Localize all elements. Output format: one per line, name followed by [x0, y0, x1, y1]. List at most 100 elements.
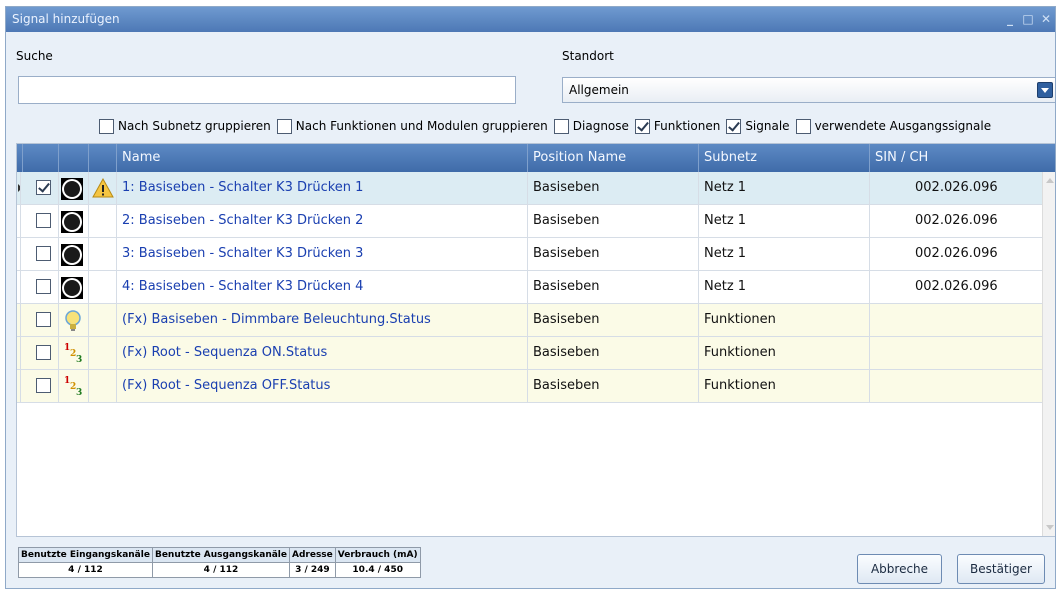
filter-label: Funktionen [653, 119, 721, 133]
stats-value-row: 4 / 112 4 / 112 3 / 249 10.4 / 450 [18, 562, 421, 578]
filter-label: verwendete Ausgangssignale [814, 119, 992, 133]
cancel-button[interactable]: Abbreche [857, 554, 942, 584]
row-checkbox-cell [21, 205, 59, 237]
filter-label: Diagnose [572, 119, 629, 133]
switch-icon [61, 211, 83, 233]
cell-sin [870, 337, 1043, 369]
stat-header-inputs: Benutzte Eingangskanäle [18, 547, 153, 563]
cell-name: (Fx) Basiseben - Dimmbare Beleuchtung.St… [117, 304, 528, 336]
search-input[interactable] [18, 76, 516, 104]
header-check [21, 144, 59, 172]
switch-icon [61, 244, 83, 266]
window-title: Signal hinzufügen [12, 12, 120, 26]
cell-position: Basiseben [528, 337, 699, 369]
cell-name: 1: Basiseben - Schalter K3 Drücken 1 [117, 172, 528, 204]
cell-sin: 002.026.096 [870, 238, 1043, 270]
row-type-cell: 123 [59, 370, 89, 402]
row-type-cell [59, 304, 89, 336]
column-header-name[interactable]: Name [117, 144, 528, 172]
filter-option[interactable]: Diagnose [553, 118, 629, 134]
sequence-icon: 123 [64, 376, 83, 398]
checkbox-icon[interactable] [99, 118, 114, 134]
stat-header-address: Adresse [289, 547, 336, 563]
row-warning-cell [89, 238, 117, 270]
row-checkbox-cell [21, 271, 59, 303]
header-warning [89, 144, 117, 172]
switch-icon [61, 178, 83, 200]
row-type-cell [59, 172, 89, 204]
minimize-button[interactable]: _ [1001, 10, 1019, 28]
table-row[interactable]: 1 2 3 (Fx) Root - Sequenza ON.Status Basiseb… [17, 337, 1043, 370]
row-warning-cell [89, 271, 117, 303]
add-signal-dialog: Signal hinzufügen _ □ ✕ Suche Standort A… [5, 6, 1056, 589]
filter-label: Signale [745, 119, 790, 133]
filter-label: Nach Funktionen und Modulen gruppieren [295, 119, 548, 133]
table-row[interactable]: 1 2 3 (Fx) Root - Sequenza OFF.Status Basise… [17, 370, 1043, 403]
row-warning-cell [89, 370, 117, 402]
checkbox-icon[interactable] [36, 213, 51, 228]
cell-position: Basiseben [528, 370, 699, 402]
checkbox-checked-icon[interactable] [634, 118, 650, 134]
cell-sin [870, 304, 1043, 336]
checkbox-icon[interactable] [553, 118, 569, 134]
column-header-subnet[interactable]: Subnetz [699, 144, 870, 172]
row-checkbox-cell [21, 370, 59, 402]
row-checkbox-cell [21, 337, 59, 369]
row-checkbox-cell [21, 304, 59, 336]
checkbox-checked-icon[interactable] [36, 180, 51, 195]
checkbox-icon[interactable] [36, 312, 51, 327]
cell-position: Basiseben [528, 205, 699, 237]
cell-sin: 002.026.096 [870, 172, 1043, 204]
table-row[interactable]: 4: Basiseben - Schalter K3 Drücken 4 Basi… [17, 271, 1043, 304]
cell-subnet: Netz 1 [699, 271, 870, 303]
stats-header-row: Benutzte Eingangskanäle Benutzte Ausgang… [18, 547, 421, 563]
switch-icon [61, 277, 83, 299]
close-button[interactable]: ✕ [1037, 10, 1055, 28]
search-label: Suche [16, 49, 53, 63]
cell-name: 3: Basiseben - Schalter K3 Drücken 3 [117, 238, 528, 270]
stat-header-outputs: Benutzte Ausgangskanäle [151, 547, 291, 563]
checkbox-icon[interactable] [36, 279, 51, 294]
cell-subnet: Funktionen [699, 337, 870, 369]
location-select[interactable]: Allgemein [562, 77, 1055, 103]
checkbox-checked-icon[interactable] [726, 118, 742, 134]
scroll-down-icon[interactable] [1046, 525, 1054, 530]
warning-icon [92, 177, 114, 198]
vertical-scrollbar[interactable] [1042, 172, 1055, 536]
cell-subnet: Netz 1 [699, 238, 870, 270]
checkbox-icon[interactable] [36, 378, 51, 393]
stat-value-inputs: 4 / 112 [18, 562, 153, 578]
filter-option[interactable]: Nach Funktionen und Modulen gruppieren [276, 118, 548, 134]
title-bar: Signal hinzufügen _ □ ✕ [6, 7, 1055, 32]
dropdown-arrow-icon[interactable] [1037, 82, 1053, 98]
table-row[interactable]: (Fx) Basiseben - Dimmbare Beleuchtung.St… [17, 304, 1043, 337]
sequence-icon: 123 [64, 343, 83, 365]
header-icon [59, 144, 89, 172]
table-row[interactable]: 2: Basiseben - Schalter K3 Drücken 2 Basi… [17, 205, 1043, 238]
checkbox-icon[interactable] [276, 118, 292, 134]
column-header-position[interactable]: Position Name [528, 144, 699, 172]
row-type-cell: 123 [59, 337, 89, 369]
cell-position: Basiseben [528, 304, 699, 336]
filter-option[interactable]: Signale [726, 118, 790, 134]
row-warning-cell [89, 304, 117, 336]
table-row[interactable]: 3: Basiseben - Schalter K3 Drücken 3 Basi… [17, 238, 1043, 271]
bulb-icon [62, 309, 84, 333]
table-row[interactable]: 1: Basiseben - Schalter K3 Drücken 1 Basi… [17, 172, 1043, 205]
checkbox-icon[interactable] [36, 246, 51, 261]
filter-option[interactable]: Nach Subnetz gruppieren [99, 118, 271, 134]
cell-subnet: Funktionen [699, 304, 870, 336]
checkbox-icon[interactable] [795, 118, 811, 134]
cell-sin: 002.026.096 [870, 205, 1043, 237]
row-type-cell [59, 238, 89, 270]
scroll-up-icon[interactable] [1046, 178, 1054, 183]
filter-option[interactable]: Funktionen [634, 118, 721, 134]
maximize-button[interactable]: □ [1019, 10, 1037, 28]
checkbox-icon[interactable] [36, 345, 51, 360]
column-header-sin[interactable]: SIN / CH [870, 144, 1055, 172]
location-label: Standort [562, 49, 614, 63]
confirm-button[interactable]: Bestätiger [957, 554, 1045, 584]
usage-stats-table: Benutzte Eingangskanäle Benutzte Ausgang… [18, 547, 421, 578]
stat-value-outputs: 4 / 112 [151, 562, 291, 578]
filter-option[interactable]: verwendete Ausgangssignale [795, 118, 992, 134]
